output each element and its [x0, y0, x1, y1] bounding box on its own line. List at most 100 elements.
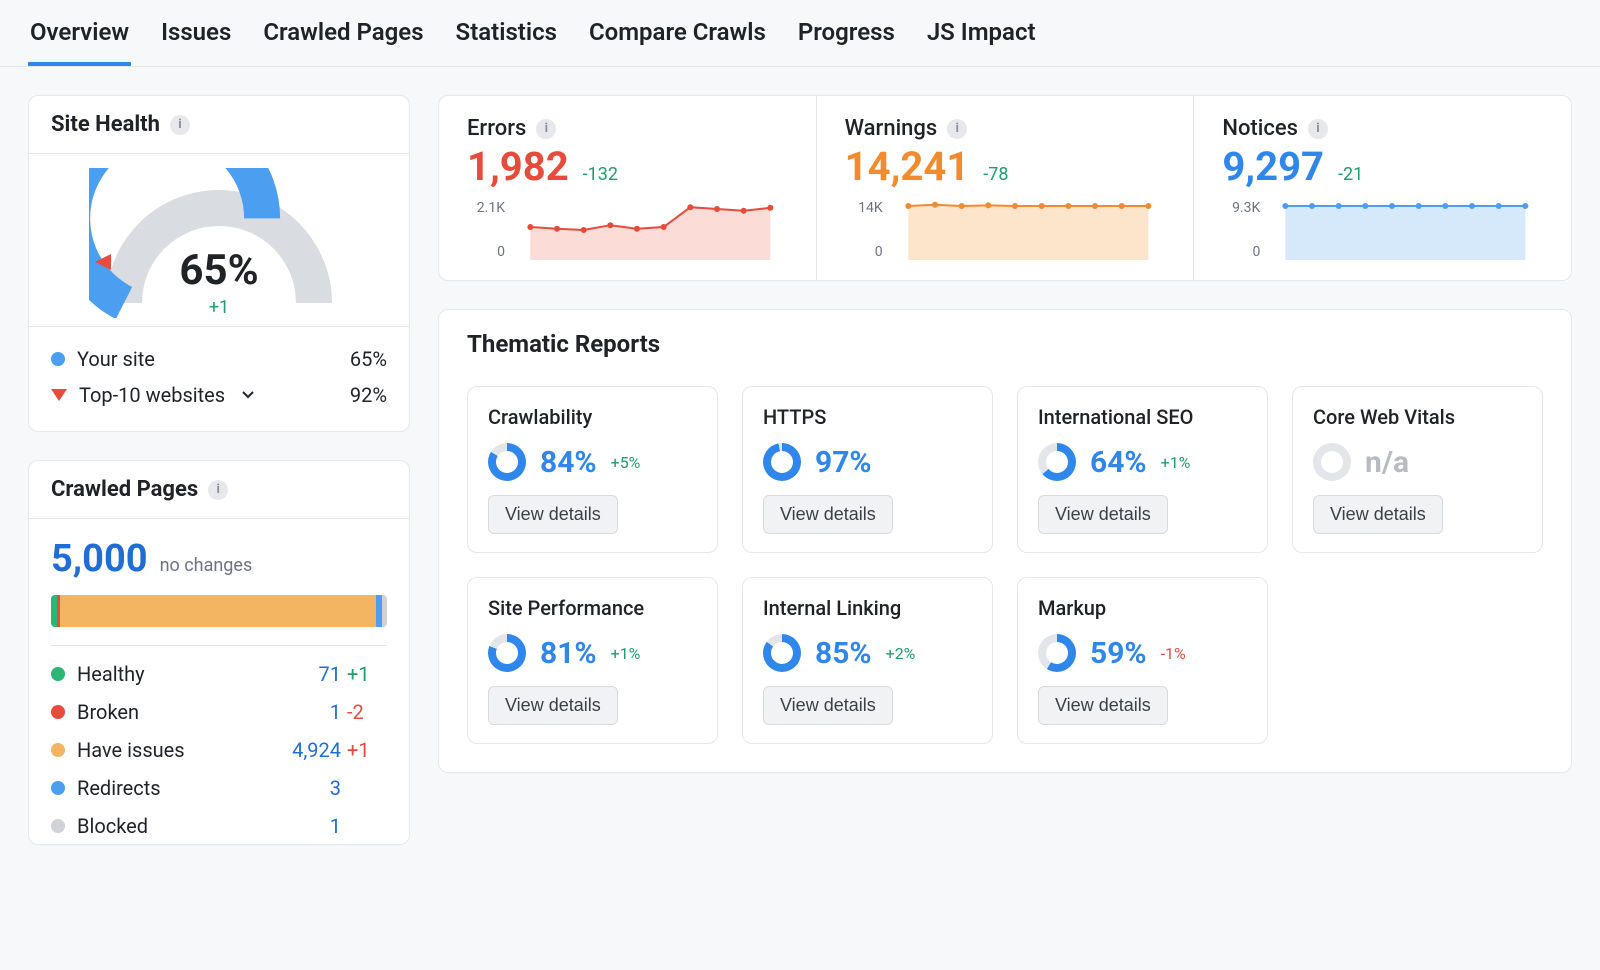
thematic-card-crawlability: Crawlability 84% +5% View details — [467, 386, 718, 553]
axis-bottom: 0 — [467, 244, 505, 260]
donut-icon — [763, 443, 801, 481]
thematic-card-name: Internal Linking — [763, 596, 972, 620]
site-health-gauge: 65% +1 — [89, 168, 349, 318]
donut-icon — [763, 634, 801, 672]
view-details-button[interactable]: View details — [763, 495, 893, 534]
crawled-row-label: Have issues — [77, 738, 185, 762]
sparkline — [891, 200, 1166, 260]
legend-top10-value: 92% — [350, 383, 387, 407]
thematic-card-percent: 64% — [1090, 445, 1147, 480]
dot-icon — [51, 352, 65, 366]
thematic-card-percent: 81% — [540, 636, 597, 671]
axis-top: 14K — [845, 200, 883, 216]
tab-js-impact[interactable]: JS Impact — [925, 18, 1038, 66]
benchmark-marker-icon — [93, 254, 353, 408]
view-details-button[interactable]: View details — [1313, 495, 1443, 534]
crawled-row-value: 3 — [271, 776, 341, 800]
tab-overview[interactable]: Overview — [28, 18, 131, 66]
stat-label: Notices — [1222, 116, 1298, 141]
dot-icon — [51, 667, 65, 681]
stat-delta: -78 — [983, 164, 1008, 185]
info-icon[interactable]: i — [536, 119, 556, 139]
crawled-row-label: Blocked — [77, 814, 148, 838]
thematic-card-percent: n/a — [1365, 445, 1409, 480]
tabs: Overview Issues Crawled Pages Statistics Com… — [0, 0, 1600, 67]
bar-segment-have_issues — [60, 595, 376, 627]
thematic-card-https: HTTPS 97% View details — [742, 386, 993, 553]
axis-bottom: 0 — [1222, 244, 1260, 260]
donut-icon — [1038, 443, 1076, 481]
info-icon[interactable]: i — [170, 115, 190, 135]
thematic-reports-card: Thematic Reports Crawlability 84% +5% View … — [438, 309, 1572, 773]
thematic-card-name: Markup — [1038, 596, 1247, 620]
crawled-row-broken[interactable]: Broken1-2 — [51, 700, 387, 724]
thematic-card-name: Site Performance — [488, 596, 697, 620]
donut-icon — [1313, 443, 1351, 481]
stat-value: 9,297 — [1222, 143, 1324, 190]
view-details-button[interactable]: View details — [488, 686, 618, 725]
thematic-card-name: Crawlability — [488, 405, 697, 429]
dot-icon — [51, 781, 65, 795]
triangle-down-icon — [51, 389, 67, 401]
bar-segment-redirects — [376, 595, 383, 627]
thematic-card-delta: +5% — [611, 453, 641, 472]
stat-label: Errors — [467, 116, 526, 141]
thematic-card-delta: +1% — [611, 644, 641, 663]
crawled-row-redirects[interactable]: Redirects 3 — [51, 776, 387, 800]
crawled-row-delta: +1 — [341, 662, 387, 686]
crawled-pages-title: Crawled Pages — [51, 477, 198, 502]
tab-crawled-pages[interactable]: Crawled Pages — [261, 18, 425, 66]
stat-label: Warnings — [845, 116, 938, 141]
thematic-card-internal-linking: Internal Linking85%+2%View details — [742, 577, 993, 744]
axis-top: 9.3K — [1222, 200, 1260, 216]
site-health-card: Site Health i 65% +1 — [28, 95, 410, 432]
thematic-card-percent: 59% — [1090, 636, 1147, 671]
thematic-card-delta: -1% — [1161, 644, 1186, 663]
view-details-button[interactable]: View details — [1038, 686, 1168, 725]
issue-stats-card: Errorsi1,982-1322.1K0Warningsi14,241-781… — [438, 95, 1572, 281]
tab-issues[interactable]: Issues — [159, 18, 233, 66]
stat-notices[interactable]: Noticesi9,297-219.3K0 — [1193, 96, 1571, 280]
view-details-button[interactable]: View details — [763, 686, 893, 725]
thematic-title: Thematic Reports — [439, 310, 1571, 366]
info-icon[interactable]: i — [208, 480, 228, 500]
thematic-card-name: International SEO — [1038, 405, 1247, 429]
dot-icon — [51, 743, 65, 757]
crawled-pages-bar — [51, 595, 387, 627]
legend-your-site-value: 65% — [350, 347, 387, 371]
stat-delta: -132 — [583, 164, 618, 185]
thematic-card-site-performance: Site Performance 81% +1% View details — [467, 577, 718, 744]
crawled-row-value: 1 — [271, 700, 341, 724]
sparkline — [1268, 200, 1543, 260]
view-details-button[interactable]: View details — [488, 495, 618, 534]
donut-icon — [1038, 634, 1076, 672]
stat-value: 14,241 — [845, 143, 970, 190]
thematic-card-name: Core Web Vitals — [1313, 405, 1522, 429]
stat-errors[interactable]: Errorsi1,982-1322.1K0 — [439, 96, 816, 280]
thematic-card-percent: 97% — [815, 445, 872, 480]
stat-warnings[interactable]: Warnings i 14,241 -78 14K 0 — [816, 96, 1194, 280]
thematic-card-markup: Markup 59% -1% View details — [1017, 577, 1268, 744]
info-icon[interactable]: i — [947, 119, 967, 139]
crawled-pages-card: Crawled Pages i 5,000 no changes Healthy… — [28, 460, 410, 845]
thematic-card-percent: 84% — [540, 445, 597, 480]
crawled-total[interactable]: 5,000 — [51, 537, 148, 581]
tab-statistics[interactable]: Statistics — [454, 18, 559, 66]
info-icon[interactable]: i — [1308, 119, 1328, 139]
dot-icon — [51, 705, 65, 719]
thematic-card-core-web-vitals: Core Web Vitals n/a View details — [1292, 386, 1543, 553]
crawled-row-have_issues[interactable]: Have issues4,924+1 — [51, 738, 387, 762]
thematic-card-name: HTTPS — [763, 405, 972, 429]
crawled-row-healthy[interactable]: Healthy71+1 — [51, 662, 387, 686]
bar-segment-blocked — [382, 595, 387, 627]
crawled-note: no changes — [160, 555, 253, 576]
crawled-row-label: Redirects — [77, 776, 161, 800]
donut-icon — [488, 443, 526, 481]
view-details-button[interactable]: View details — [1038, 495, 1168, 534]
crawled-row-blocked[interactable]: Blocked1 — [51, 814, 387, 838]
axis-bottom: 0 — [845, 244, 883, 260]
tab-compare-crawls[interactable]: Compare Crawls — [587, 18, 768, 66]
tab-progress[interactable]: Progress — [796, 18, 897, 66]
axis-top: 2.1K — [467, 200, 505, 216]
thematic-card-delta: +2% — [886, 644, 916, 663]
